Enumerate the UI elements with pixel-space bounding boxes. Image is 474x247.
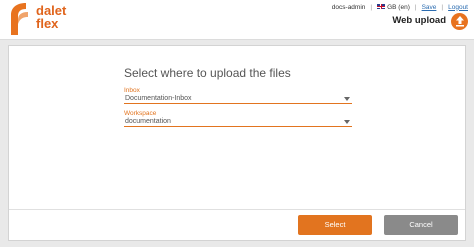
inbox-value: Documentation-Inbox — [125, 95, 192, 102]
chevron-down-icon — [344, 97, 350, 101]
workspace-value: documentation — [125, 118, 171, 125]
language-label: GB (en) — [387, 3, 410, 11]
inbox-select[interactable]: Documentation-Inbox — [124, 94, 352, 104]
select-button[interactable]: Select — [298, 215, 372, 235]
logout-link[interactable]: Logout — [448, 4, 468, 11]
upload-destination-dialog: Select where to upload the files Inbox D… — [8, 45, 466, 241]
language-selector[interactable]: GB (en) — [377, 4, 410, 11]
dalet-flex-logo[interactable]: dalet flex — [6, 2, 68, 36]
upload-button[interactable] — [451, 13, 468, 30]
app-window: dalet flex docs-admin | GB (en) | Save |… — [0, 0, 474, 247]
cancel-button[interactable]: Cancel — [384, 215, 458, 235]
inbox-field: Inbox Documentation-Inbox — [124, 87, 352, 104]
upload-icon — [455, 16, 464, 27]
separator: | — [441, 3, 444, 11]
user-bar: docs-admin | GB (en) | Save | Logout — [332, 2, 468, 12]
uk-flag-icon — [377, 4, 386, 10]
page-title: Web upload — [392, 15, 446, 26]
separator: | — [414, 3, 417, 11]
dalet-flex-logo-icon — [11, 3, 28, 35]
logo-wordmark: dalet flex — [36, 4, 66, 30]
separator: | — [370, 3, 373, 11]
inbox-label: Inbox — [124, 87, 140, 94]
save-link[interactable]: Save — [422, 4, 437, 11]
workspace-field: Workspace documentation — [124, 110, 352, 127]
workspace-label: Workspace — [124, 110, 157, 117]
footer-divider — [9, 209, 465, 210]
username[interactable]: docs-admin — [332, 4, 366, 11]
dialog-title: Select where to upload the files — [124, 66, 291, 80]
workspace-select[interactable]: documentation — [124, 117, 352, 127]
top-header: dalet flex docs-admin | GB (en) | Save |… — [0, 0, 474, 40]
chevron-down-icon — [344, 120, 350, 124]
logo-line-2: flex — [36, 16, 59, 31]
